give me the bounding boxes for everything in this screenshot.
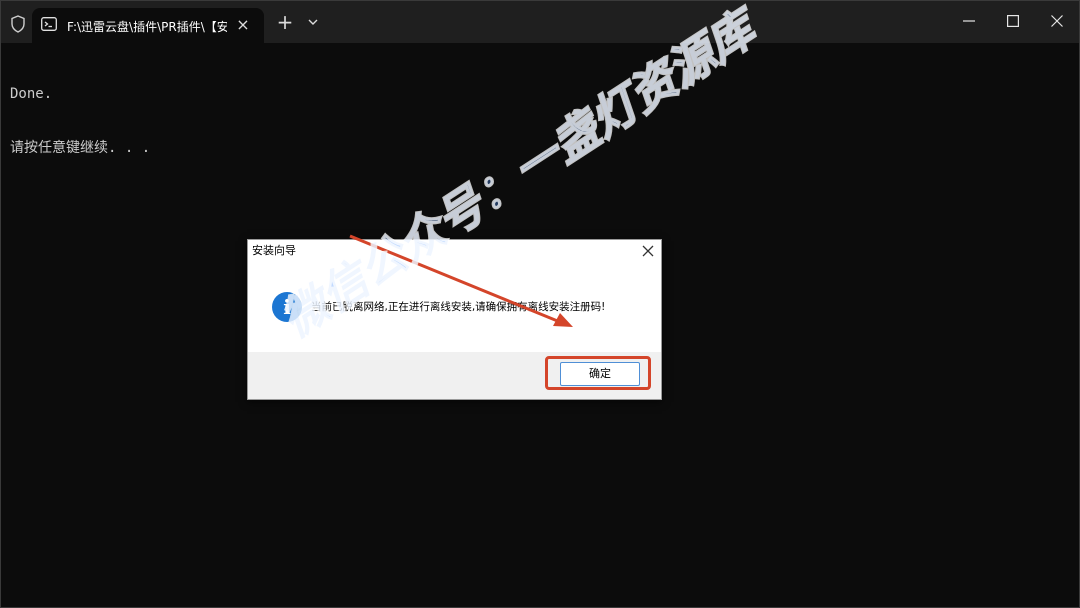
- annotation-arrow: [349, 234, 573, 327]
